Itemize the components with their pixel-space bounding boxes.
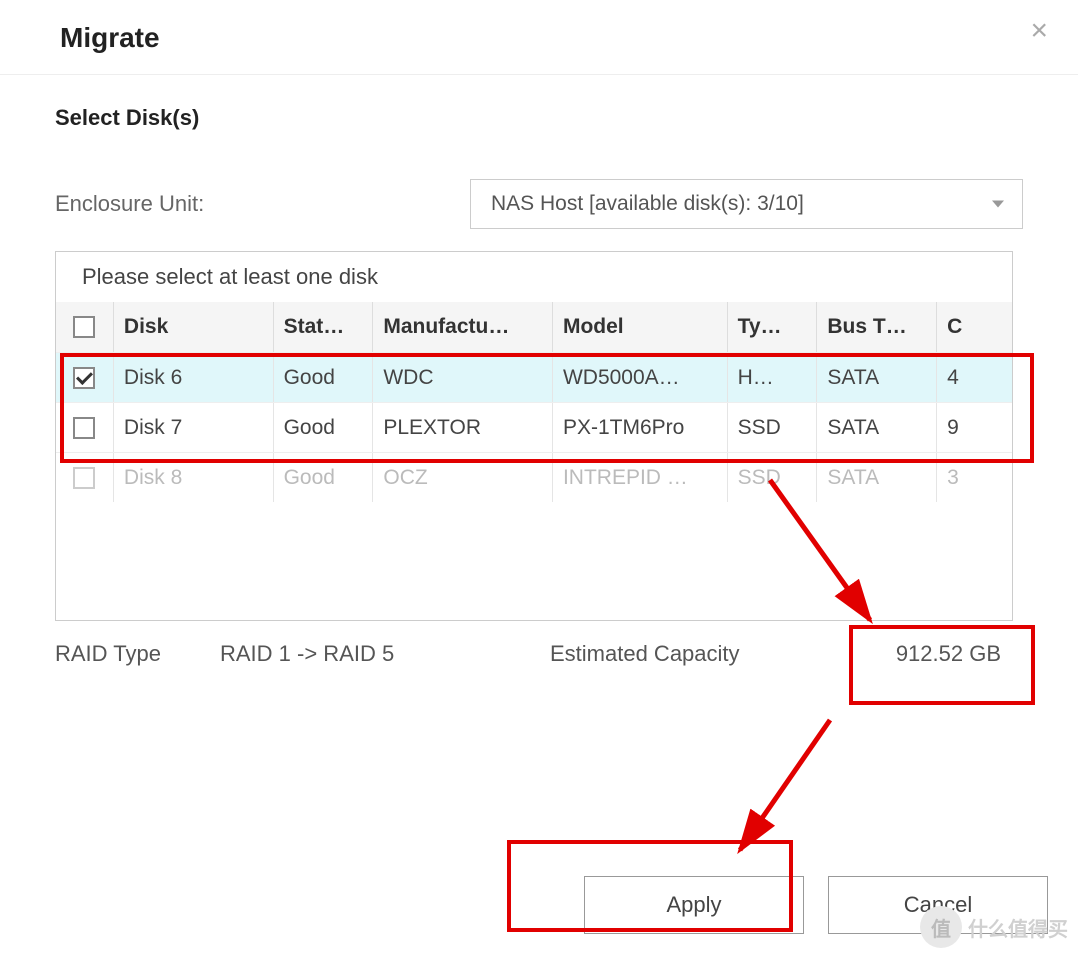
col-bus[interactable]: Bus T… [817,302,937,352]
watermark-icon: 值 [920,906,962,948]
section-title: Select Disk(s) [55,105,1023,131]
row-checkbox[interactable] [73,417,95,439]
cell-status: Good [274,353,374,402]
cell-disk: Disk 6 [114,353,274,402]
close-icon[interactable]: × [1030,16,1048,46]
col-type[interactable]: Ty… [728,302,818,352]
table-instruction: Please select at least one disk [56,252,1012,302]
dialog-title: Migrate [60,22,160,54]
select-all-checkbox[interactable] [73,316,95,338]
cell-type: SSD [728,453,818,502]
cell-type: H… [728,353,818,402]
cell-model: PX-1TM6Pro [553,403,728,452]
row-checkbox[interactable] [73,367,95,389]
cell-manufacturer: PLEXTOR [373,403,553,452]
capacity-value: 912.52 GB [830,641,1013,667]
cell-status: Good [274,403,374,452]
col-model[interactable]: Model [553,302,728,352]
cell-bus: SATA [817,453,937,502]
raid-type-value: RAID 1 -> RAID 5 [220,641,550,667]
cell-bus: SATA [817,403,937,452]
chevron-down-icon [992,201,1004,208]
enclosure-select[interactable]: NAS Host [available disk(s): 3/10] [470,179,1023,229]
enclosure-label: Enclosure Unit: [55,191,470,217]
cell-bus: SATA [817,353,937,402]
cell-model: INTREPID … [553,453,728,502]
cell-manufacturer: OCZ [373,453,553,502]
cell-capacity: 4 [937,353,1012,402]
col-capacity[interactable]: C [937,302,1012,352]
disk-table: Please select at least one disk Disk Sta… [55,251,1013,621]
cell-model: WD5000A… [553,353,728,402]
apply-button[interactable]: Apply [584,876,804,934]
table-row[interactable]: Disk 6GoodWDCWD5000A…H…SATA4 [56,352,1012,402]
table-header: Disk Stat… Manufactu… Model Ty… Bus T… C [56,302,1012,352]
enclosure-selected-value: NAS Host [available disk(s): 3/10] [491,192,804,216]
cell-disk: Disk 8 [114,453,274,502]
cell-status: Good [274,453,374,502]
col-manufacturer[interactable]: Manufactu… [373,302,553,352]
raid-type-label: RAID Type [55,641,220,667]
annotation-arrow-icon [720,710,840,870]
capacity-label: Estimated Capacity [550,641,830,667]
row-checkbox [73,467,95,489]
summary-row: RAID Type RAID 1 -> RAID 5 Estimated Cap… [55,641,1013,667]
cell-disk: Disk 7 [114,403,274,452]
watermark: 值 什么值得买 [920,906,1068,948]
col-status[interactable]: Stat… [274,302,374,352]
cell-capacity: 9 [937,403,1012,452]
cell-capacity: 3 [937,453,1012,502]
table-row[interactable]: Disk 7GoodPLEXTORPX-1TM6ProSSDSATA9 [56,402,1012,452]
cell-manufacturer: WDC [373,353,553,402]
col-disk[interactable]: Disk [114,302,274,352]
watermark-text: 什么值得买 [968,913,1068,942]
table-row: Disk 8GoodOCZINTREPID …SSDSATA3 [56,452,1012,502]
cell-type: SSD [728,403,818,452]
